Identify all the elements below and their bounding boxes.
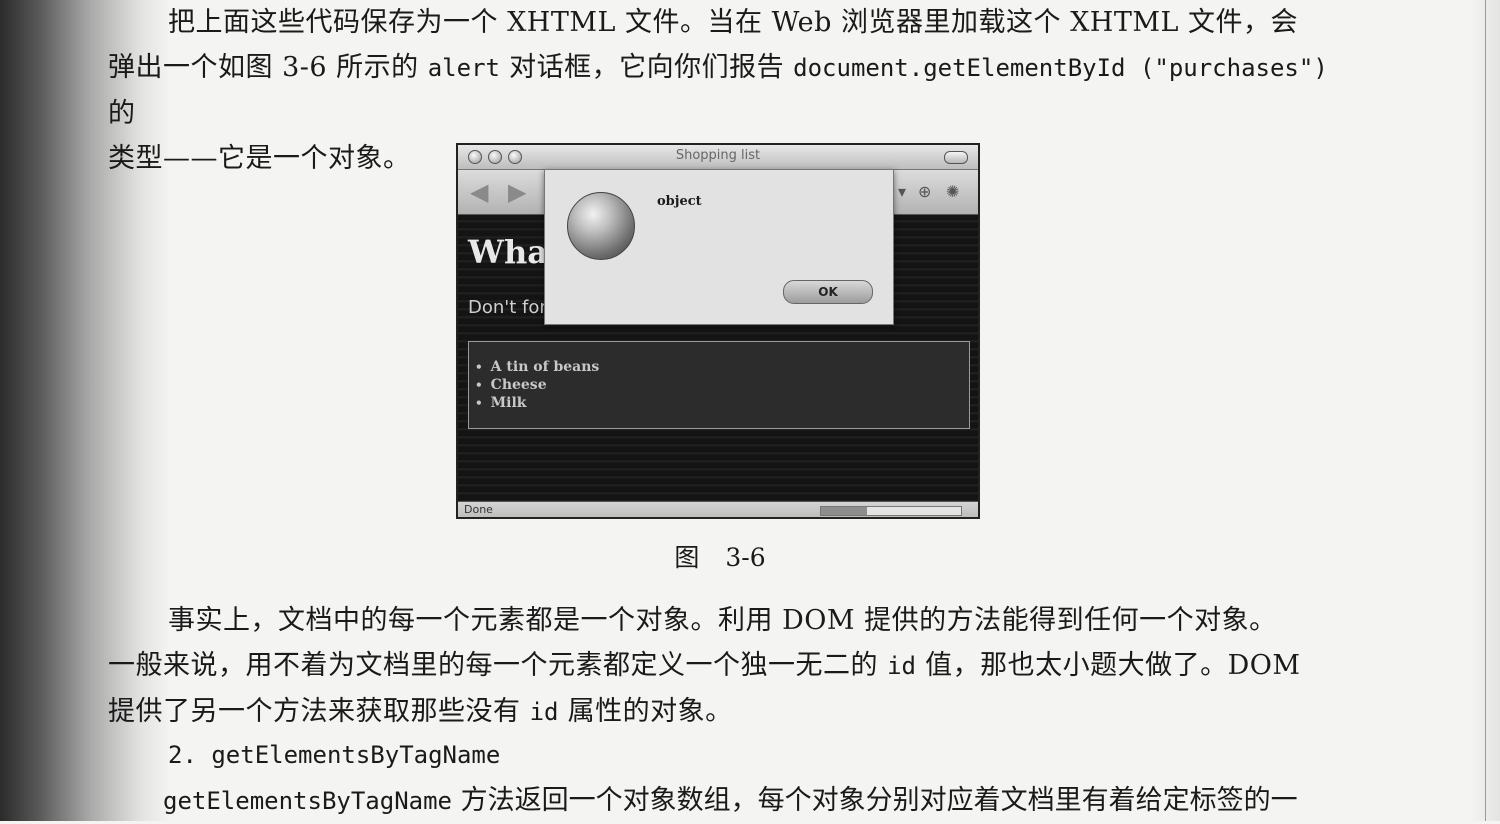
paragraph-2-line-1: 事实上，文档中的每一个元素都是一个对象。利用 DOM 提供的方法能得到任何一个对…: [168, 605, 1277, 636]
status-bar: Done: [458, 501, 978, 517]
purchases-list: A tin of beans Cheese Milk: [469, 342, 969, 412]
progress-fill: [821, 507, 868, 515]
list-item: Cheese: [475, 376, 969, 394]
alert-dialog: object OK: [544, 169, 894, 325]
paragraph-3: getElementsByTagName 方法返回一个对象数组，每个对象分别对应…: [163, 778, 1363, 824]
page-subtext: Don't for: [468, 297, 547, 318]
progress-bar: [820, 506, 962, 516]
text-span: 一般来说，用不着为文档里的每一个元素都定义一个独一无二的: [108, 650, 888, 681]
ok-button[interactable]: OK: [783, 280, 873, 304]
browser-globe-icon: [567, 192, 635, 260]
alert-message: object: [657, 194, 702, 209]
text-span: 属性的对象。: [558, 696, 733, 727]
text-span: 弹出一个如图 3-6 所示的: [108, 52, 428, 83]
paragraph-2: 事实上，文档中的每一个元素都是一个对象。利用 DOM 提供的方法能得到任何一个对…: [108, 598, 1333, 735]
text-span: 的: [108, 98, 136, 129]
go-button-icon[interactable]: ⊕: [918, 182, 931, 201]
figure-3-6-screenshot: Shopping list ◀ ▶ ▾ ⊕ ✺ What Don't for A…: [456, 143, 980, 519]
window-titlebar: Shopping list: [458, 145, 978, 170]
text-span: 提供了另一个方法来获取那些没有: [108, 696, 530, 727]
paragraph-2-line-2: 一般来说，用不着为文档里的每一个元素都定义一个独一无二的 id 值，那也太小题大…: [108, 643, 1333, 689]
inline-code-id: id: [887, 652, 916, 680]
status-text: Done: [464, 503, 493, 516]
back-arrow-icon[interactable]: ◀: [470, 180, 488, 204]
text-span: 方法返回一个对象数组，每个对象分别对应着文档里有着给定标签的一: [451, 785, 1298, 816]
page-edge-line: [1485, 0, 1486, 821]
inline-code-getelementsbytagname: getElementsByTagName: [163, 787, 452, 815]
figure-caption: 图 3-6: [674, 543, 766, 572]
paragraph-1-line-2: 弹出一个如图 3-6 所示的 alert 对话框，它向你们报告 document…: [108, 45, 1333, 136]
window-title: Shopping list: [675, 148, 761, 163]
inline-code-getelementbyid: document.getElementById ("purchases"): [793, 54, 1328, 82]
list-item: Milk: [475, 394, 969, 412]
forward-arrow-icon[interactable]: ▶: [508, 180, 526, 204]
paragraph-1-line-1: 把上面这些代码保存为一个 XHTML 文件。当在 Web 浏览器里加载这个 XH…: [168, 7, 1299, 38]
text-span: 值，那也太小题大做了。DOM: [916, 650, 1301, 681]
list-item: A tin of beans: [475, 358, 969, 376]
purchases-list-box: A tin of beans Cheese Milk: [468, 341, 970, 429]
section-heading: 2. getElementsByTagName: [168, 741, 501, 769]
dropdown-arrow-icon[interactable]: ▾: [898, 182, 906, 201]
toolbar-toggle-icon[interactable]: [944, 151, 968, 164]
activity-spinner-icon: ✺: [946, 182, 960, 201]
scanned-book-page: 把上面这些代码保存为一个 XHTML 文件。当在 Web 浏览器里加载这个 XH…: [0, 0, 1500, 821]
inline-code-alert: alert: [427, 54, 500, 82]
text-span: 对话框，它向你们报告: [499, 52, 794, 83]
paragraph-2-line-3: 提供了另一个方法来获取那些没有 id 属性的对象。: [108, 689, 1333, 735]
inline-code-id: id: [529, 698, 559, 726]
